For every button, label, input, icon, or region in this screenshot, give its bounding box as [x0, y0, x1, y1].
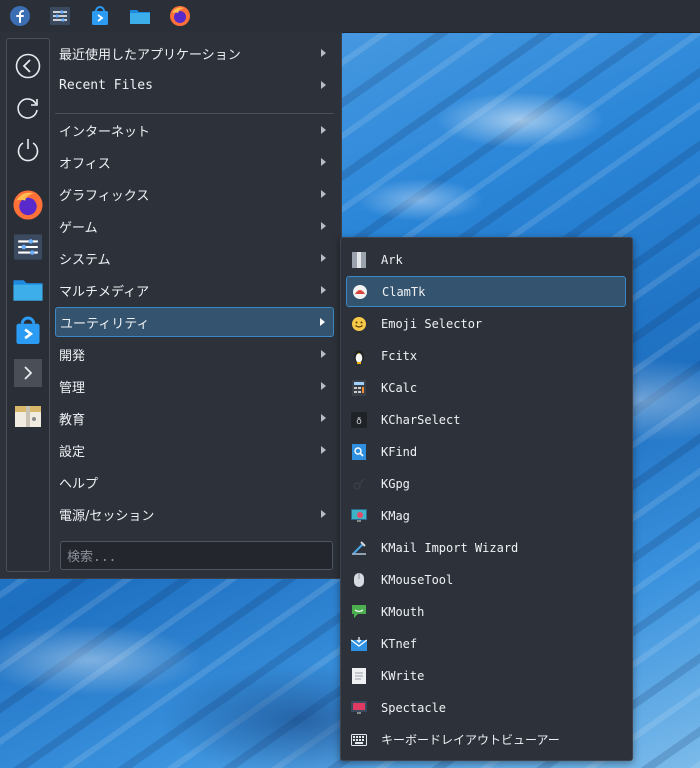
- terminal-icon[interactable]: [7, 353, 49, 393]
- submenu-item-keyboard-layout-viewer[interactable]: キーボードレイアウトビューアー: [346, 724, 626, 755]
- submenu-item-clamtk[interactable]: ClamTk: [346, 276, 626, 307]
- power-icon[interactable]: [7, 130, 49, 170]
- chevron-right-icon: [321, 190, 326, 198]
- menu-item-internet[interactable]: インターネット: [55, 115, 334, 145]
- back-icon[interactable]: [7, 46, 49, 86]
- fcitx-penguin-icon: [351, 348, 367, 364]
- emoji-icon: [351, 316, 367, 332]
- clamtk-icon: [352, 284, 368, 300]
- utilities-submenu: Ark ClamTk Emoji Selector Fcitx KCalc ð …: [340, 237, 633, 761]
- ark-icon: [351, 251, 367, 268]
- discover-store-icon[interactable]: [80, 0, 120, 32]
- menu-item-help[interactable]: ヘルプ: [55, 467, 334, 497]
- kwrite-icon: [351, 667, 367, 684]
- search-input[interactable]: 検索...: [60, 541, 333, 570]
- submenu-item-kwrite[interactable]: KWrite: [346, 660, 626, 691]
- file-manager-icon[interactable]: [7, 269, 49, 309]
- submenu-item-ktnef[interactable]: KTnef: [346, 628, 626, 659]
- submenu-item-kmail-import-wizard[interactable]: KMail Import Wizard: [346, 532, 626, 563]
- chevron-right-icon: [321, 49, 326, 57]
- menu-item-recent-apps[interactable]: 最近使用したアプリケーション: [55, 38, 334, 68]
- kmouth-icon: [351, 604, 367, 620]
- chevron-right-icon: [321, 446, 326, 454]
- menu-item-multimedia[interactable]: マルチメディア: [55, 275, 334, 305]
- menu-item-office[interactable]: オフィス: [55, 147, 334, 177]
- chevron-right-icon: [321, 286, 326, 294]
- menu-item-power-session[interactable]: 電源/セッション: [55, 499, 334, 529]
- restart-icon[interactable]: [7, 88, 49, 128]
- submenu-item-kfind[interactable]: KFind: [346, 436, 626, 467]
- chevron-right-icon: [321, 510, 326, 518]
- kcharselect-icon: ð: [351, 411, 367, 428]
- menu-item-education[interactable]: 教育: [55, 403, 334, 433]
- submenu-item-kcharselect[interactable]: ð KCharSelect: [346, 404, 626, 435]
- spectacle-icon: [351, 700, 367, 716]
- discover-store-icon[interactable]: [7, 311, 49, 351]
- fedora-logo-icon[interactable]: [0, 0, 40, 32]
- submenu-item-kmousetool[interactable]: KMouseTool: [346, 564, 626, 595]
- archive-icon[interactable]: [7, 395, 49, 435]
- chevron-right-icon: [321, 81, 326, 89]
- kmousetool-icon: [351, 572, 367, 588]
- menu-item-system[interactable]: システム: [55, 243, 334, 273]
- chevron-right-icon: [320, 318, 325, 326]
- submenu-item-spectacle[interactable]: Spectacle: [346, 692, 626, 723]
- submenu-item-kmag[interactable]: KMag: [346, 500, 626, 531]
- system-settings-icon[interactable]: [7, 227, 49, 267]
- kcalc-icon: [351, 379, 367, 396]
- submenu-item-kcalc[interactable]: KCalc: [346, 372, 626, 403]
- menu-item-settings[interactable]: 設定: [55, 435, 334, 465]
- submenu-item-kmouth[interactable]: KMouth: [346, 596, 626, 627]
- submenu-item-kgpg[interactable]: KGpg: [346, 468, 626, 499]
- svg-text:ð: ð: [356, 417, 362, 427]
- favorites-sidebar: [6, 38, 50, 572]
- menu-item-utilities[interactable]: ユーティリティ: [55, 307, 334, 337]
- chevron-right-icon: [321, 414, 326, 422]
- chevron-right-icon: [321, 254, 326, 262]
- kmag-icon: [351, 508, 367, 524]
- firefox-icon[interactable]: [7, 185, 49, 225]
- top-panel: [0, 0, 700, 33]
- submenu-item-emoji-selector[interactable]: Emoji Selector: [346, 308, 626, 339]
- file-manager-icon[interactable]: [120, 0, 160, 32]
- chevron-right-icon: [321, 382, 326, 390]
- chevron-right-icon: [321, 222, 326, 230]
- kmail-import-icon: [351, 540, 367, 556]
- submenu-item-fcitx[interactable]: Fcitx: [346, 340, 626, 371]
- chevron-right-icon: [321, 350, 326, 358]
- menu-item-development[interactable]: 開発: [55, 339, 334, 369]
- chevron-right-icon: [321, 158, 326, 166]
- submenu-item-ark[interactable]: Ark: [346, 244, 626, 275]
- menu-item-games[interactable]: ゲーム: [55, 211, 334, 241]
- menu-item-administration[interactable]: 管理: [55, 371, 334, 401]
- keyboard-icon: [351, 732, 367, 748]
- kfind-icon: [351, 443, 367, 460]
- application-launcher: 最近使用したアプリケーション Recent Files インターネット オフィス…: [0, 32, 342, 579]
- system-settings-icon[interactable]: [40, 0, 80, 32]
- kgpg-icon: [351, 476, 367, 492]
- ktnef-icon: [351, 636, 367, 652]
- chevron-right-icon: [321, 126, 326, 134]
- menu-divider: [55, 113, 334, 114]
- firefox-icon[interactable]: [160, 0, 200, 32]
- menu-item-recent-files[interactable]: Recent Files: [55, 70, 334, 100]
- menu-item-graphics[interactable]: グラフィックス: [55, 179, 334, 209]
